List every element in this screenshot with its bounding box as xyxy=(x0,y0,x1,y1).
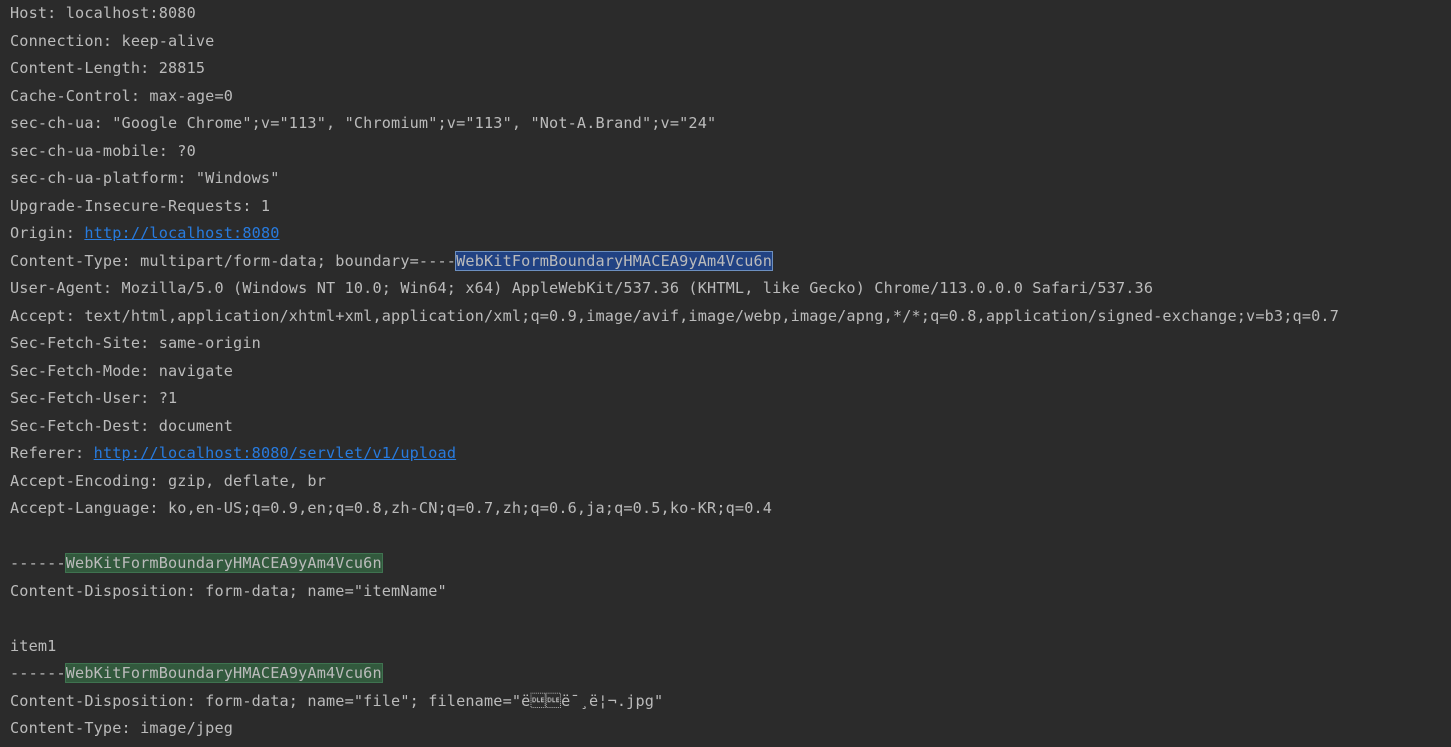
header-sec-ch-ua: sec-ch-ua: "Google Chrome";v="113", "Chr… xyxy=(10,114,717,132)
part-value-item: item1 xyxy=(10,637,57,655)
header-host: Host: localhost:8080 xyxy=(10,4,196,22)
header-upgrade-insecure-requests: Upgrade-Insecure-Requests: 1 xyxy=(10,197,271,215)
header-content-length: Content-Length: 28815 xyxy=(10,59,206,77)
header-accept: Accept: text/html,application/xhtml+xml,… xyxy=(10,307,1339,325)
referer-link[interactable]: http://localhost:8080/servlet/v1/upload xyxy=(94,444,456,462)
boundary-match-highlight: WebKitFormBoundaryHMACEA9yAm4Vcu6n xyxy=(64,663,383,683)
header-connection: Connection: keep-alive xyxy=(10,32,215,50)
header-sec-ch-ua-platform: sec-ch-ua-platform: "Windows" xyxy=(10,169,280,187)
boundary-dashes: ------ xyxy=(10,664,66,682)
part-content-type: Content-Type: image/jpeg xyxy=(10,719,234,737)
origin-label: Origin: xyxy=(10,224,85,242)
origin-link[interactable]: http://localhost:8080 xyxy=(84,224,279,242)
referer-label: Referer: xyxy=(10,444,94,462)
selected-boundary-text[interactable]: WebKitFormBoundaryHMACEA9yAm4Vcu6n xyxy=(455,251,774,271)
header-sec-fetch-dest: Sec-Fetch-Dest: document xyxy=(10,417,234,435)
header-origin: Origin: http://localhost:8080 xyxy=(10,220,280,246)
boundary-line: ------WebKitFormBoundaryHMACEA9yAm4Vcu6n xyxy=(10,550,383,576)
header-accept-encoding: Accept-Encoding: gzip, deflate, br xyxy=(10,472,326,490)
boundary-match-highlight: WebKitFormBoundaryHMACEA9yAm4Vcu6n xyxy=(64,553,383,573)
boundary-dashes: ------ xyxy=(10,554,66,572)
part-disposition-itemname: Content-Disposition: form-data; name="it… xyxy=(10,582,447,600)
boundary-line: ------WebKitFormBoundaryHMACEA9yAm4Vcu6n xyxy=(10,660,383,686)
header-sec-fetch-mode: Sec-Fetch-Mode: navigate xyxy=(10,362,234,380)
content-type-prefix: Content-Type: multipart/form-data; bound… xyxy=(10,252,457,270)
header-referer: Referer: http://localhost:8080/servlet/v… xyxy=(10,440,456,466)
header-cache-control: Cache-Control: max-age=0 xyxy=(10,87,234,105)
header-content-type: Content-Type: multipart/form-data; bound… xyxy=(10,248,774,274)
header-user-agent: User-Agent: Mozilla/5.0 (Windows NT 10.0… xyxy=(10,279,1154,297)
header-accept-language: Accept-Language: ko,en-US;q=0.9,en;q=0.8… xyxy=(10,499,773,517)
header-sec-fetch-user: Sec-Fetch-User: ?1 xyxy=(10,389,178,407)
console-output[interactable]: Host: localhost:8080 Connection: keep-al… xyxy=(0,0,1451,747)
header-sec-fetch-site: Sec-Fetch-Site: same-origin xyxy=(10,334,261,352)
header-sec-ch-ua-mobile: sec-ch-ua-mobile: ?0 xyxy=(10,142,196,160)
part-disposition-file: Content-Disposition: form-data; name="fi… xyxy=(10,692,664,710)
